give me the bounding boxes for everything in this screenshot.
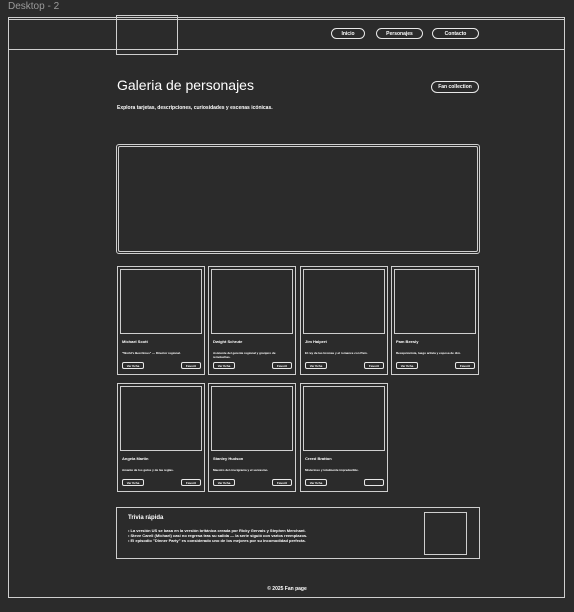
canvas-label: Desktop - 2 <box>8 1 60 12</box>
character-card[interactable]: Pam Beesly Recepcionista, luego artista … <box>391 266 479 375</box>
character-card[interactable]: Jim Halpert El rey de las bromas y el ro… <box>300 266 388 375</box>
card-description: Misterioso y totalmente impredecible. <box>305 468 359 472</box>
card-name: Dwight Schrute <box>213 339 243 344</box>
logo-placeholder[interactable] <box>116 15 178 55</box>
card-description: Recepcionista, luego artista y esposa de… <box>396 351 461 355</box>
card-name: Michael Scott <box>122 339 148 344</box>
view-profile-button[interactable]: Ver ficha <box>213 362 235 369</box>
hero-image-placeholder <box>118 146 478 252</box>
card-image <box>394 269 476 334</box>
character-card[interactable]: Dwight Schrute Asistente del gerente reg… <box>208 266 296 375</box>
view-profile-button[interactable]: Ver ficha <box>305 362 327 369</box>
nav-link-contacto[interactable]: Contacto <box>432 28 479 39</box>
card-name: Creed Bratton <box>305 456 332 461</box>
card-image <box>211 386 293 451</box>
nav-link-inicio[interactable]: Inicio <box>331 28 365 39</box>
trivia-item: El episodio "Dinner Party" es considerad… <box>128 538 307 543</box>
trivia-section: Trivia rápida La versión US se basa en l… <box>116 507 480 559</box>
character-card[interactable]: Michael Scott "World's Best Boss" — Dire… <box>117 266 205 375</box>
view-profile-button[interactable]: Ver ficha <box>305 479 327 486</box>
card-description: Maestro del crucigrama y el sarcasmo. <box>213 468 269 472</box>
favorite-button[interactable]: Favorit <box>364 362 384 369</box>
favorite-button[interactable]: Favorit <box>181 362 201 369</box>
view-profile-button[interactable]: Ver ficha <box>213 479 235 486</box>
favorite-button[interactable]: Favorit <box>181 479 201 486</box>
card-image <box>211 269 293 334</box>
favorite-button[interactable]: Favorit <box>272 362 292 369</box>
card-description: Asistente del gerente regional y granjer… <box>213 351 276 359</box>
trivia-image-placeholder <box>424 512 467 555</box>
favorite-button[interactable]: Favorit <box>272 479 292 486</box>
favorite-button[interactable]: Favorit <box>455 362 475 369</box>
trivia-title: Trivia rápida <box>128 515 164 521</box>
card-name: Angela Martin <box>122 456 149 461</box>
fan-collection-button[interactable]: Fan collection <box>431 81 479 93</box>
favorite-button[interactable] <box>364 479 384 486</box>
card-description: "World's Best Boss" — Director regional. <box>122 351 181 355</box>
card-image <box>303 386 385 451</box>
character-card[interactable]: Stanley Hudson Maestro del crucigrama y … <box>208 383 296 492</box>
view-profile-button[interactable]: Ver ficha <box>122 362 144 369</box>
page-title: Galeria de personajes <box>117 77 254 93</box>
footer-text: © 2025 Fan page <box>267 586 307 592</box>
trivia-list: La versión US se basa en la versión brit… <box>128 528 308 543</box>
view-profile-button[interactable]: Ver ficha <box>122 479 144 486</box>
character-card[interactable]: Creed Bratton Misterioso y totalmente im… <box>300 383 388 492</box>
card-image <box>120 386 202 451</box>
view-profile-button[interactable]: Ver ficha <box>396 362 418 369</box>
card-name: Jim Halpert <box>305 339 327 344</box>
card-description: Amante de los gatos y de las reglas. <box>122 468 174 472</box>
top-navbar <box>8 19 565 50</box>
page-subtitle: Explora tarjetas, descripciones, curiosi… <box>117 105 273 111</box>
card-image <box>120 269 202 334</box>
nav-link-personajes[interactable]: Personajes <box>376 28 423 39</box>
card-name: Pam Beesly <box>396 339 419 344</box>
card-image <box>303 269 385 334</box>
character-card[interactable]: Angela Martin Amante de los gatos y de l… <box>117 383 205 492</box>
card-name: Stanley Hudson <box>213 456 244 461</box>
card-description: El rey de las bromas y el romance con Pa… <box>305 351 368 355</box>
